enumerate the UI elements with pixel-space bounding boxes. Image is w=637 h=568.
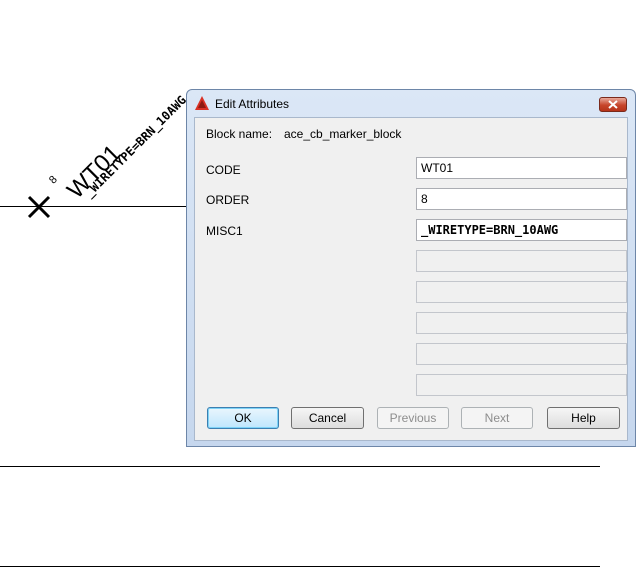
autocad-app-icon	[195, 96, 209, 110]
empty-attribute-field	[416, 281, 627, 303]
close-button[interactable]	[599, 97, 627, 112]
ok-button[interactable]: OK	[207, 407, 279, 429]
code-label: CODE	[206, 163, 241, 177]
drawing-line-upper[interactable]	[0, 466, 600, 467]
order-field[interactable]	[416, 188, 627, 210]
dialog-title: Edit Attributes	[215, 97, 290, 111]
dialog-client-area: Block name: ace_cb_marker_block CODE ORD…	[194, 117, 628, 441]
close-icon	[608, 100, 618, 109]
cancel-button[interactable]: Cancel	[291, 407, 364, 429]
drawing-line-lower[interactable]	[0, 566, 600, 567]
misc1-label: MISC1	[206, 224, 243, 238]
block-name-value: ace_cb_marker_block	[284, 127, 402, 141]
wire-marker-x[interactable]	[24, 192, 54, 222]
help-button[interactable]: Help	[547, 407, 620, 429]
empty-attribute-field	[416, 374, 627, 396]
marker-seq-text: 8	[47, 173, 60, 187]
code-field[interactable]	[416, 157, 627, 179]
dialog-titlebar[interactable]: Edit Attributes	[187, 90, 635, 116]
block-name-label: Block name:	[206, 127, 273, 141]
misc1-field[interactable]	[416, 219, 627, 241]
empty-attribute-field	[416, 343, 627, 365]
next-button: Next	[461, 407, 533, 429]
order-label: ORDER	[206, 193, 250, 207]
empty-attribute-field	[416, 312, 627, 334]
previous-button: Previous	[377, 407, 449, 429]
marker-wiretype-text: _WIRETYPE=BRN_10AWG	[82, 92, 189, 200]
empty-attribute-field	[416, 250, 627, 272]
edit-attributes-dialog: Edit Attributes Block name: ace_cb_marke…	[186, 89, 636, 447]
